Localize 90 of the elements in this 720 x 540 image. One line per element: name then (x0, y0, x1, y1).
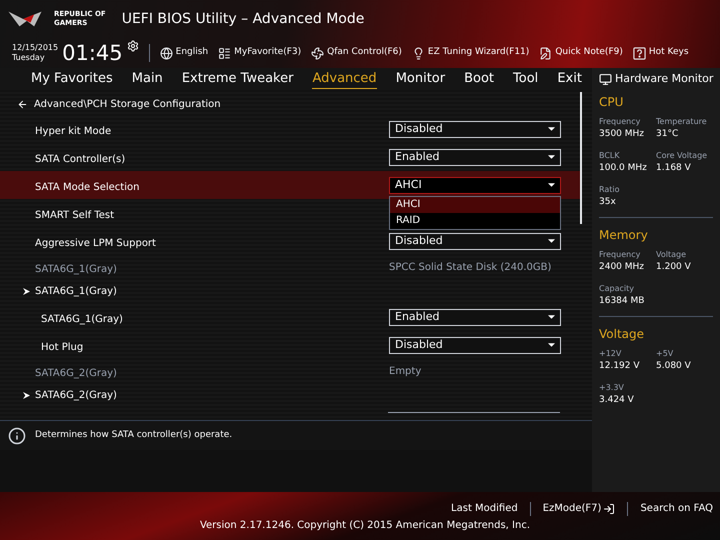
breadcrumb: Advanced\PCH Storage Configuration (34, 98, 221, 112)
menu-tab[interactable]: My Favorites (31, 70, 113, 88)
dropdown-field[interactable]: AHCI (389, 176, 561, 194)
fan-icon (311, 46, 324, 60)
metric-value: 12.192 V (599, 360, 641, 373)
section-title: CPU (599, 94, 624, 111)
submenu-link[interactable]: SATA6G_2(Gray) (35, 388, 117, 402)
help-icon (632, 46, 646, 60)
metric-label: Temperature (656, 116, 708, 128)
dropdown-field[interactable]: Disabled (389, 336, 561, 354)
menu-tab[interactable]: Boot (464, 70, 494, 88)
setting-label: SATA6G_2(Gray) (35, 368, 117, 379)
caret-icon (548, 127, 555, 131)
panel-title: Hardware Monitor (615, 70, 714, 87)
metric-value: 31°C (656, 128, 680, 141)
metric-value: 2400 MHz (599, 261, 646, 274)
metric-label: Ratio (599, 184, 621, 196)
clock-time: 01:45 (62, 42, 123, 64)
setting-label: Hyper kit Mode (35, 126, 112, 137)
caret-icon (548, 315, 555, 319)
metric-label: Core Voltage (656, 150, 708, 162)
window-title: UEFI BIOS Utility – Advanced Mode (122, 10, 364, 28)
footer-link[interactable]: Search on FAQ (640, 501, 713, 516)
metric-value: 1.168 V (656, 162, 692, 175)
setting-label: SMART Self Test (35, 210, 114, 221)
section-title: Memory (599, 227, 649, 244)
metric-label: Capacity (599, 283, 635, 295)
menu-tab[interactable]: Main (132, 70, 163, 88)
toolbar-button[interactable]: MyFavorite(F3) (218, 46, 302, 60)
arrowhead-icon (23, 288, 30, 294)
toolbar-button[interactable]: Qfan Control(F6) (311, 46, 402, 60)
metric-value: 100.0 MHz (599, 162, 648, 175)
setting-label: SATA6G_1(Gray) (35, 264, 117, 275)
metric-value: 16384 MB (599, 295, 646, 308)
metric-label: BCLK (599, 150, 621, 162)
metric-value: 1.200 V (656, 261, 692, 274)
setting-label: Aggressive LPM Support (35, 238, 156, 249)
metric-label: Frequency (599, 116, 642, 128)
metric-value: 3500 MHz (599, 128, 646, 141)
dropdown-field[interactable]: Disabled (389, 232, 561, 250)
toolbar-button[interactable]: English (160, 46, 208, 60)
version-text: Version 2.17.1246. Copyright (C) 2015 American Megatrends, Inc. (200, 518, 530, 532)
setting-label: SATA Mode Selection (35, 182, 140, 193)
note-icon (539, 46, 552, 60)
menu-tab[interactable]: Monitor (396, 70, 446, 88)
toolbar-button[interactable]: EZ Tuning Wizard(F11) (412, 46, 530, 60)
toolbar-button[interactable]: Hot Keys (632, 46, 689, 60)
menu-tab[interactable]: Advanced (312, 70, 377, 88)
metric-label: +12V (599, 348, 622, 360)
metric-value: 5.080 V (656, 360, 692, 373)
menu-tab[interactable]: Extreme Tweaker (182, 70, 294, 88)
arrowhead-icon (23, 392, 30, 398)
metric-label: +3.3V (599, 382, 625, 394)
caret-icon (548, 239, 555, 243)
setting-label: SATA Controller(s) (35, 154, 126, 165)
footer-link[interactable]: Last Modified (451, 501, 518, 516)
scrollbar-thumb[interactable] (580, 92, 582, 224)
menu-tab[interactable]: Exit (557, 70, 582, 88)
monitor-icon (599, 72, 612, 86)
metric-label: Voltage (656, 249, 688, 261)
switch-mode-icon (603, 502, 616, 514)
day-text: Tuesday (12, 53, 46, 63)
setting-value: SPCC Solid State Disk (240.0GB) (389, 260, 552, 274)
footer-link[interactable]: EzMode(F7) (542, 501, 616, 516)
setting-value: Empty (389, 364, 422, 378)
info-icon (8, 426, 26, 444)
settings-icon[interactable] (126, 40, 139, 52)
list-icon (218, 46, 232, 60)
caret-icon (548, 183, 555, 187)
setting-label: SATA6G_1(Gray) (41, 314, 123, 325)
caret-icon (548, 343, 555, 347)
dropdown-option[interactable]: AHCI (390, 196, 560, 212)
metric-value: 35x (599, 196, 617, 209)
date-text: 12/15/2015 (12, 43, 58, 53)
back-arrow-icon[interactable] (17, 98, 28, 110)
toolbar-button[interactable]: Quick Note(F9) (539, 46, 623, 60)
metric-label: +5V (656, 348, 674, 360)
dropdown-field[interactable]: Enabled (389, 308, 561, 326)
dropdown-field[interactable]: Enabled (389, 148, 561, 166)
section-title: Voltage (599, 326, 646, 343)
dropdown-field[interactable]: Disabled (389, 120, 561, 138)
help-text: Determines how SATA controller(s) operate. (35, 428, 232, 442)
lightbulb-icon (412, 46, 425, 60)
metric-value: 3.424 V (599, 394, 635, 407)
submenu-link[interactable]: SATA6G_1(Gray) (35, 284, 117, 298)
caret-icon (548, 155, 555, 159)
setting-label: Hot Plug (41, 342, 84, 353)
globe-icon (160, 46, 173, 60)
metric-label: Frequency (599, 249, 642, 261)
menu-tab[interactable]: Tool (513, 70, 538, 88)
